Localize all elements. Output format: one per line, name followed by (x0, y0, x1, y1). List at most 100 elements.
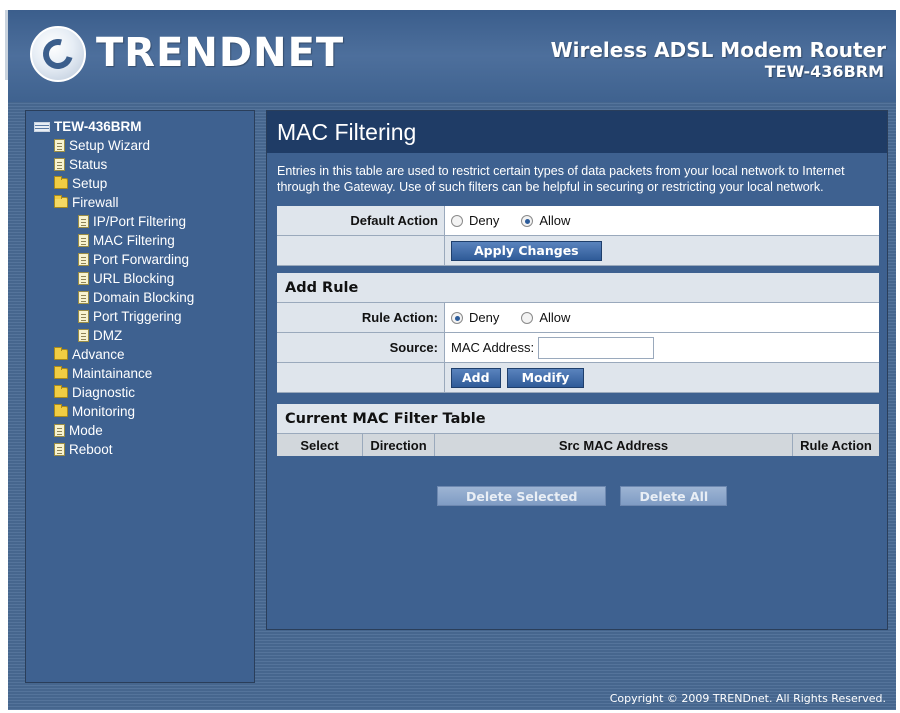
rule-action-deny-option[interactable]: Deny (451, 310, 499, 325)
sidebar-item-reboot[interactable]: Reboot (30, 440, 254, 459)
mac-address-input[interactable] (538, 336, 655, 359)
main-content-panel: MAC Filtering Entries in this table are … (266, 110, 888, 630)
mac-filter-table: Current MAC Filter Table Select Directio… (277, 404, 879, 456)
add-modify-cell: Add Modify (445, 363, 879, 392)
sidebar-item-ip-port-filtering[interactable]: IP/Port Filtering (30, 212, 254, 231)
source-cell: MAC Address: (445, 333, 879, 362)
sidebar-root-label: TEW-436BRM (54, 119, 142, 134)
sidebar-item-domain-blocking[interactable]: Domain Blocking (30, 288, 254, 307)
sidebar-item-label: Firewall (72, 195, 119, 210)
folder-icon (54, 176, 68, 189)
document-icon (54, 443, 65, 456)
sidebar-item-label: Port Triggering (93, 309, 182, 324)
sidebar-item-label: Setup (72, 176, 108, 191)
sidebar-item-monitoring[interactable]: Monitoring (30, 402, 254, 421)
empty-label-cell (277, 236, 445, 265)
allow-radio[interactable] (521, 214, 534, 227)
document-icon (78, 272, 89, 285)
document-icon (78, 329, 89, 342)
add-button[interactable]: Add (451, 367, 501, 388)
sidebar-root-item[interactable]: TEW-436BRM (30, 117, 254, 136)
page-title: MAC Filtering (277, 119, 417, 145)
document-icon (54, 139, 65, 152)
router-icon (34, 121, 50, 132)
rule-action-label: Rule Action: (277, 303, 445, 332)
source-label: Source: (277, 333, 445, 362)
add-rule-table: Add Rule Rule Action: Deny Allow Source: (277, 273, 879, 393)
sidebar-item-label: Diagnostic (72, 385, 136, 400)
apply-row: Apply Changes (277, 236, 879, 266)
sidebar-nav-tree: TEW-436BRM Setup Wizard Status Setup Fir… (25, 110, 255, 683)
delete-all-button[interactable]: Delete All (620, 486, 728, 506)
default-action-row: Default Action Deny Allow (277, 206, 879, 236)
folder-open-icon (54, 195, 68, 208)
page-description: Entries in this table are used to restri… (277, 164, 845, 194)
mac-filter-table-header: Select Direction Src MAC Address Rule Ac… (277, 434, 879, 456)
sidebar-item-advance[interactable]: Advance (30, 345, 254, 364)
sidebar-item-status[interactable]: Status (30, 155, 254, 174)
document-icon (78, 234, 89, 247)
sidebar-item-label: Status (69, 157, 108, 172)
sidebar-item-diagnostic[interactable]: Diagnostic (30, 383, 254, 402)
sidebar-item-label: MAC Filtering (93, 233, 175, 248)
router-admin-frame: TRENDNET Wireless ADSL Modem Router TEW-… (8, 10, 896, 710)
rule-action-allow-option[interactable]: Allow (521, 310, 570, 325)
default-action-deny-option[interactable]: Deny (451, 213, 499, 228)
rule-action-options: Deny Allow (445, 303, 879, 332)
product-model: TEW-436BRM (764, 62, 884, 81)
sidebar-item-label: Mode (69, 423, 103, 438)
empty-label-cell (277, 363, 445, 392)
add-rule-heading: Add Rule (277, 273, 879, 303)
sidebar-item-label: Maintainance (72, 366, 153, 381)
sidebar-item-label: Setup Wizard (69, 138, 151, 153)
brand-logo-text: TRENDNET (96, 30, 345, 76)
sidebar-item-dmz[interactable]: DMZ (30, 326, 254, 345)
sidebar-item-setup[interactable]: Setup (30, 174, 254, 193)
mac-filter-table-heading: Current MAC Filter Table (277, 404, 879, 434)
mac-address-label: MAC Address: (451, 340, 535, 355)
document-icon (78, 310, 89, 323)
document-icon (54, 424, 65, 437)
document-icon (54, 158, 65, 171)
folder-icon (54, 404, 68, 417)
trendnet-logo-icon (30, 26, 86, 82)
modify-button[interactable]: Modify (506, 367, 585, 388)
sidebar-item-label: Monitoring (72, 404, 136, 419)
add-modify-row: Add Modify (277, 363, 879, 393)
document-icon (78, 215, 89, 228)
folder-icon (54, 366, 68, 379)
sidebar-item-setup-wizard[interactable]: Setup Wizard (30, 136, 254, 155)
sidebar-item-label: DMZ (93, 328, 123, 343)
allow-radio[interactable] (521, 311, 534, 324)
deny-radio[interactable] (451, 214, 463, 227)
sidebar-item-label: Domain Blocking (93, 290, 195, 305)
sidebar-item-maintainance[interactable]: Maintainance (30, 364, 254, 383)
column-header-direction: Direction (363, 434, 435, 456)
radio-label: Allow (539, 310, 571, 325)
column-header-select: Select (277, 434, 363, 456)
default-action-allow-option[interactable]: Allow (521, 213, 570, 228)
sidebar-item-label: Advance (72, 347, 125, 362)
deny-radio[interactable] (451, 311, 463, 324)
product-title: Wireless ADSL Modem Router (550, 38, 886, 62)
page-header: TRENDNET Wireless ADSL Modem Router TEW-… (8, 10, 896, 102)
footer-copyright: Copyright © 2009 TRENDnet. All Rights Re… (609, 692, 886, 705)
default-action-options: Deny Allow (445, 206, 879, 235)
sidebar-item-mode[interactable]: Mode (30, 421, 254, 440)
sidebar-item-label: Reboot (69, 442, 113, 457)
folder-icon (54, 347, 68, 360)
sidebar-item-label: Port Forwarding (93, 252, 190, 267)
sidebar-item-port-triggering[interactable]: Port Triggering (30, 307, 254, 326)
document-icon (78, 253, 89, 266)
sidebar-item-label: URL Blocking (93, 271, 175, 286)
default-action-label: Default Action (277, 206, 445, 235)
sidebar-item-url-blocking[interactable]: URL Blocking (30, 269, 254, 288)
sidebar-item-port-forwarding[interactable]: Port Forwarding (30, 250, 254, 269)
sidebar-item-mac-filtering[interactable]: MAC Filtering (30, 231, 254, 250)
delete-selected-button[interactable]: Delete Selected (437, 486, 607, 506)
sidebar-item-firewall[interactable]: Firewall (30, 193, 254, 212)
column-header-rule-action: Rule Action (800, 437, 872, 453)
apply-changes-button[interactable]: Apply Changes (451, 240, 602, 261)
sidebar-item-label: IP/Port Filtering (93, 214, 187, 229)
default-action-table: Default Action Deny Allow Apply Changes (277, 206, 879, 266)
